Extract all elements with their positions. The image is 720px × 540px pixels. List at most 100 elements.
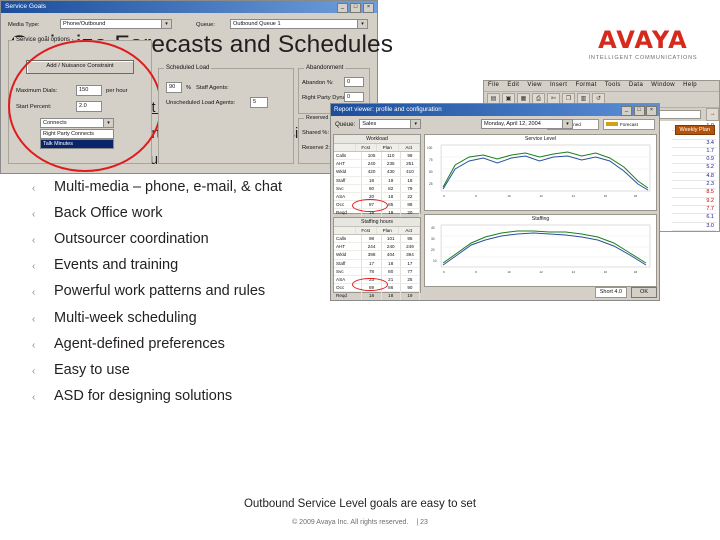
right-party-input[interactable]: 0 [344, 92, 364, 102]
queue-select[interactable]: Sales ▾ [359, 119, 422, 129]
cell-value-highlight: 9.2 [672, 198, 716, 206]
menu-item-view[interactable]: View [527, 82, 542, 88]
scheduled-percent-input[interactable]: 90 [166, 82, 182, 93]
menu-item-insert[interactable]: Insert [550, 82, 567, 88]
table-title: Workload [334, 135, 420, 144]
bullet-marker: ‹ [32, 234, 36, 246]
list-item: ‹ Agent-defined preferences [18, 336, 348, 353]
table-row: Svc 80 82 79 [334, 184, 421, 194]
minimize-icon[interactable]: _ [621, 105, 632, 116]
cell: 18 [382, 259, 401, 267]
cell: 20 [401, 209, 421, 217]
menu-item-help[interactable]: Help [683, 82, 697, 88]
go-icon[interactable]: → [706, 108, 719, 121]
window-controls[interactable]: _ □ × [337, 3, 374, 13]
staffing-table: Staffing hours Fcst Plan Act Calls 98 10… [333, 217, 421, 300]
maximize-icon[interactable]: □ [350, 3, 361, 13]
cell: 101 [382, 235, 401, 243]
row-label: AHT [334, 243, 363, 251]
window-controls[interactable]: _ □ × [621, 105, 657, 116]
cell: 249 [401, 243, 421, 251]
cell-value: 0.4 [672, 231, 716, 232]
chevron-down-icon[interactable]: ▾ [410, 120, 421, 128]
cell: 110 [382, 152, 401, 160]
close-icon[interactable]: × [646, 105, 657, 116]
app-menubar[interactable]: File Edit View Insert Format Tools Data … [484, 81, 719, 92]
chevron-down-icon[interactable]: ▾ [562, 120, 572, 128]
annotation-ellipse [352, 199, 388, 212]
report-main-area: Workload Fcst Plan Act Calls 105 110 98 [333, 134, 657, 300]
logo-wordmark: AVAYA [598, 26, 688, 54]
list-item: ‹ Events and training [18, 257, 348, 274]
maximize-icon[interactable]: □ [633, 105, 645, 116]
cell: 105 [362, 152, 382, 160]
cell-value: 3.4 [672, 140, 716, 148]
cell: 430 [382, 168, 401, 176]
workload-table: Workload Fcst Plan Act Calls 105 110 98 [333, 134, 421, 218]
svg-text:18: 18 [634, 270, 638, 274]
queue-select-value: Sales [362, 121, 377, 127]
cell: 19 [382, 209, 401, 217]
queue-select[interactable]: Outbound Queue 1 ▾ [230, 19, 368, 29]
cell: 398 [362, 251, 382, 259]
cell: 78 [362, 267, 382, 276]
cell: 98 [401, 152, 421, 160]
table-row: AHT 244 240 249 [334, 243, 421, 252]
svg-text:75: 75 [429, 158, 433, 162]
bullet-marker: ‹ [32, 261, 36, 273]
cell: 244 [362, 243, 382, 251]
menu-item-tools[interactable]: Tools [605, 82, 621, 88]
menu-item-format[interactable]: Format [575, 82, 596, 88]
queue-value: Outbound Queue 1 [233, 21, 281, 27]
minimize-icon[interactable]: _ [337, 3, 348, 13]
cell: 19 [382, 176, 401, 184]
list-item: ‹ Outsourcer coordination [18, 231, 348, 248]
cell-value: 3.0 [672, 223, 716, 231]
media-type-select[interactable]: Phone/Outbound ▾ [60, 19, 172, 29]
column-header: Fcst [356, 144, 377, 151]
chevron-down-icon[interactable]: ▾ [161, 20, 171, 28]
list-item: ‹ Multi-week scheduling [18, 310, 348, 327]
cell: 410 [401, 168, 421, 176]
page-number: | 23 [416, 519, 428, 526]
svg-text:10: 10 [507, 270, 511, 274]
menu-item-edit[interactable]: Edit [507, 82, 519, 88]
list-item-label: Events and training [54, 257, 179, 274]
column-header: Plan [377, 227, 399, 234]
ok-button[interactable]: OK [631, 286, 657, 298]
svg-text:14: 14 [572, 194, 576, 198]
table-title: Staffing hours [334, 218, 420, 227]
group-label: Abandonment [304, 65, 346, 71]
list-item-label: Multi-media – phone, e-mail, & chat [54, 178, 283, 195]
cell: 17 [362, 259, 382, 267]
cell: 88 [401, 201, 421, 209]
row-label: AHT [334, 160, 363, 168]
cell: 17 [401, 259, 421, 267]
service-level-chart: Service Level 100 75 50 25 6 8 10 12 14 … [424, 134, 657, 211]
close-icon[interactable]: × [363, 3, 374, 13]
svg-text:25: 25 [429, 182, 433, 186]
svg-text:30: 30 [431, 237, 435, 241]
cell-value: 0.9 [672, 156, 716, 165]
report-statusbar: Short 4.0 OK [333, 286, 657, 298]
menu-item-data[interactable]: Data [629, 82, 643, 88]
menu-item-file[interactable]: File [488, 82, 499, 88]
date-select[interactable]: Monday, April 12, 2004 ▾ [481, 119, 573, 129]
list-item: ‹ Easy to use [18, 362, 348, 379]
sheet-tab[interactable]: Weekly Plan [674, 125, 715, 135]
svg-text:100: 100 [427, 146, 433, 150]
table-row: Staff 17 18 17 [334, 259, 421, 268]
cell: 240 [382, 243, 401, 251]
column-header: Plan [377, 144, 399, 151]
service-goals-title: Service Goals [5, 3, 47, 10]
chevron-down-icon[interactable]: ▾ [357, 20, 367, 28]
cell: 80 [382, 267, 401, 276]
abandon-input[interactable]: 0 [344, 77, 364, 87]
menu-item-window[interactable]: Window [651, 82, 675, 88]
column-header: Fcst [356, 227, 377, 234]
staffing-plot: 40 30 20 10 6 8 10 12 14 16 18 [431, 224, 651, 274]
list-item: ‹ ASD for designing solutions [18, 388, 348, 405]
unscheduled-load-input[interactable]: 5 [250, 97, 268, 108]
group-label: Scheduled Load [164, 65, 212, 71]
table-row: AHT 240 235 251 [334, 160, 421, 169]
